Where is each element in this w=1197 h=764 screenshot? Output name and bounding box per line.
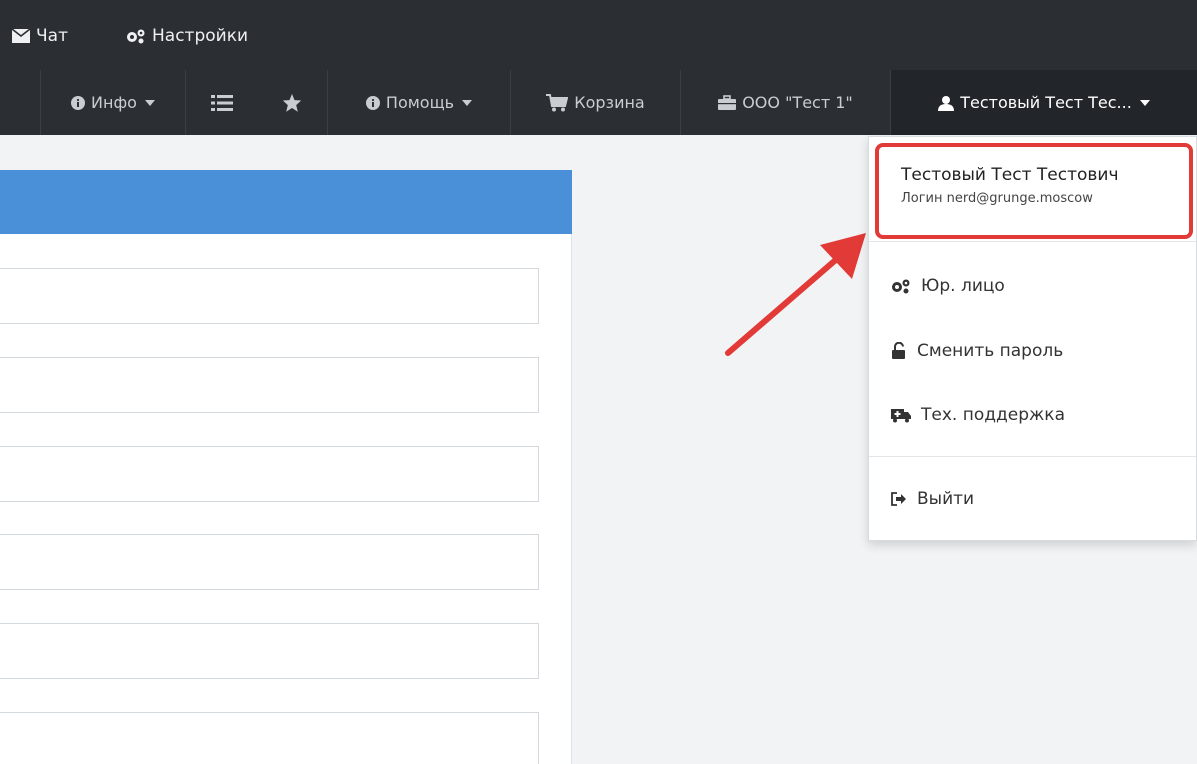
nav-cart-label: Корзина [574, 93, 645, 112]
briefcase-icon [718, 94, 737, 111]
star-icon [282, 93, 302, 113]
panel-header [0, 170, 572, 234]
menu-item-label: Выйти [917, 489, 975, 509]
user-dropdown-menu: Тестовый Тест Тестович Логин nerd@grunge… [868, 136, 1197, 541]
nav-company[interactable]: ООО "Тест 1" [680, 70, 890, 135]
nav-user-menu[interactable]: Тестовый Тест Тес... [890, 70, 1197, 135]
sign-out-icon [891, 492, 907, 506]
shopping-cart-icon [546, 93, 569, 112]
nav-cart[interactable]: Корзина [510, 70, 680, 135]
nav-help[interactable]: Помощь [327, 70, 510, 135]
menu-item-logout[interactable]: Выйти [891, 486, 974, 512]
info-circle-icon [71, 95, 86, 110]
form-field-2[interactable] [0, 357, 539, 413]
envelope-icon [12, 29, 30, 43]
nav-help-label: Помощь [385, 93, 455, 112]
menu-item-support[interactable]: Тех. поддержка [891, 402, 1065, 428]
chat-link[interactable]: Чат [12, 24, 68, 48]
settings-label: Настройки [152, 26, 249, 46]
list-icon [210, 94, 233, 112]
user-full-name: Тестовый Тест Тестович [901, 165, 1119, 185]
caret-down-icon [144, 99, 155, 106]
ambulance-icon [891, 407, 911, 423]
chat-label: Чат [36, 26, 68, 46]
form-panel [0, 170, 572, 764]
form-field-5[interactable] [0, 623, 539, 679]
form-field-4[interactable] [0, 534, 539, 590]
menu-item-label: Тех. поддержка [921, 405, 1065, 425]
caret-down-icon [1139, 99, 1150, 106]
user-icon [938, 95, 955, 111]
menu-item-label: Сменить пароль [917, 341, 1064, 361]
cogs-icon [126, 28, 146, 44]
nav-user-label: Тестовый Тест Тес... [960, 93, 1132, 112]
user-login: Логин nerd@grunge.moscow [901, 191, 1093, 206]
menu-divider [869, 241, 1196, 242]
menu-item-legal-entity[interactable]: Юр. лицо [891, 273, 1005, 299]
nav-list[interactable] [185, 70, 257, 135]
annotation-arrow [725, 233, 866, 356]
user-info-highlight[interactable]: Тестовый Тест Тестович Логин nerd@grunge… [875, 143, 1193, 239]
nav-company-label: ООО "Тест 1" [742, 93, 853, 112]
main-nav: Инфо Помощь Корзина ООО "Тест 1" Тестовы… [0, 70, 1197, 135]
menu-divider [869, 456, 1196, 457]
nav-info[interactable]: Инфо [40, 70, 185, 135]
form-field-6[interactable] [0, 712, 539, 764]
nav-info-label: Инфо [91, 93, 137, 112]
menu-item-change-password[interactable]: Сменить пароль [891, 338, 1063, 364]
unlock-icon [891, 342, 907, 360]
info-circle-icon [365, 95, 380, 110]
form-field-1[interactable] [0, 268, 539, 324]
nav-favorites[interactable] [257, 70, 327, 135]
top-bar: Чат Настройки [0, 0, 1197, 70]
menu-item-label: Юр. лицо [921, 276, 1005, 296]
form-field-3[interactable] [0, 446, 539, 502]
settings-link[interactable]: Настройки [126, 24, 248, 48]
caret-down-icon [462, 99, 473, 106]
cogs-icon [891, 278, 911, 294]
